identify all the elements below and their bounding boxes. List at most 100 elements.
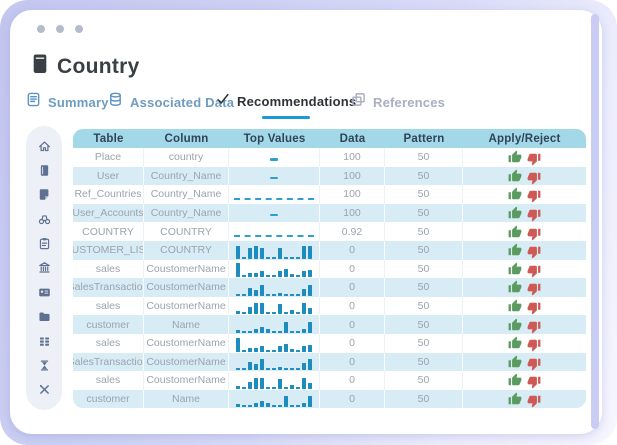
- thumbs-up-icon[interactable]: [508, 318, 522, 332]
- thumbs-down-icon[interactable]: [527, 148, 541, 166]
- thumbs-up-icon[interactable]: [508, 299, 522, 313]
- book-icon[interactable]: [37, 163, 51, 177]
- window-control-dot[interactable]: [37, 25, 45, 33]
- thumbs-down-icon[interactable]: [527, 371, 541, 389]
- cell-apply-reject: [463, 371, 586, 390]
- binoculars-icon[interactable]: [37, 212, 51, 226]
- thumbs-down-icon[interactable]: [527, 204, 541, 222]
- tab-references[interactable]: References: [351, 92, 445, 112]
- bar: [254, 348, 258, 352]
- tools-icon[interactable]: [37, 383, 51, 397]
- folder-icon[interactable]: [37, 310, 51, 324]
- bar: [260, 285, 264, 296]
- bar: [290, 349, 294, 352]
- thumbs-up-icon[interactable]: [508, 373, 522, 387]
- mini-bar-chart: [236, 243, 312, 259]
- cell-data: 100: [320, 204, 385, 223]
- window-frame: Country SummaryAssociated DataRecommenda…: [0, 0, 617, 445]
- journal-icon[interactable]: [37, 188, 51, 202]
- thumbs-up-icon[interactable]: [508, 336, 522, 350]
- apply-reject-controls: [508, 167, 541, 185]
- cell-column-name: COUNTRY: [144, 241, 229, 260]
- tab-label: Recommendations: [237, 94, 356, 109]
- bar: [242, 405, 246, 407]
- home-icon[interactable]: [37, 139, 51, 153]
- bank-icon[interactable]: [37, 261, 51, 275]
- bar: [254, 273, 258, 277]
- thumbs-down-icon[interactable]: [527, 185, 541, 203]
- cell-table-name: CUSTOMER_LIST: [73, 241, 144, 260]
- thumbs-up-icon[interactable]: [508, 187, 522, 201]
- clipboard-icon[interactable]: [37, 237, 51, 251]
- dash-mark: [270, 214, 278, 217]
- bar: [254, 303, 258, 314]
- thumbs-up-icon[interactable]: [508, 392, 522, 406]
- bar: [284, 396, 288, 407]
- thumbs-down-icon[interactable]: [527, 353, 541, 371]
- thumbs-up-icon[interactable]: [508, 225, 522, 239]
- cell-top-values: [229, 222, 320, 241]
- window-controls: [37, 25, 83, 33]
- bar: [296, 387, 300, 389]
- bar: [284, 294, 288, 296]
- scrollbar[interactable]: [591, 14, 599, 429]
- tab-summary[interactable]: Summary: [26, 92, 109, 112]
- bar: [278, 331, 282, 333]
- id-card-icon[interactable]: [37, 285, 51, 299]
- table-row: User_AccountsCountry_Name10050: [73, 204, 586, 223]
- cell-table-name: User_Accounts: [73, 204, 144, 223]
- bar: [290, 257, 294, 259]
- thumbs-down-icon[interactable]: [527, 297, 541, 315]
- thumbs-down-icon[interactable]: [527, 390, 541, 408]
- bar: [266, 294, 270, 296]
- cell-column-name: COUNTRY: [144, 222, 229, 241]
- cell-column-name: CoustomerName: [144, 371, 229, 390]
- bar: [284, 322, 288, 333]
- bar: [284, 312, 288, 314]
- cell-data: 100: [320, 148, 385, 167]
- hourglass-icon[interactable]: [37, 359, 51, 373]
- thumbs-up-icon[interactable]: [508, 243, 522, 257]
- thumbs-down-icon[interactable]: [527, 241, 541, 259]
- bar: [272, 294, 276, 296]
- cell-pattern: 50: [385, 315, 463, 334]
- thumbs-down-icon[interactable]: [527, 260, 541, 278]
- thumbs-down-icon[interactable]: [527, 316, 541, 334]
- bar: [266, 257, 270, 259]
- document-icon: [26, 92, 41, 112]
- cell-data: 0: [320, 278, 385, 297]
- thumbs-down-icon[interactable]: [527, 278, 541, 296]
- tab-recommendations[interactable]: Recommendations: [216, 92, 356, 111]
- bar: [248, 362, 252, 370]
- thumbs-up-icon[interactable]: [508, 169, 522, 183]
- bar: [260, 359, 264, 370]
- thumbs-up-icon[interactable]: [508, 262, 522, 276]
- window-control-dot[interactable]: [75, 25, 83, 33]
- bar: [290, 368, 294, 370]
- tab-label: References: [373, 95, 445, 110]
- bar: [290, 331, 294, 333]
- column-header: Pattern: [385, 129, 463, 148]
- thumbs-up-icon[interactable]: [508, 280, 522, 294]
- apply-reject-controls: [508, 185, 541, 203]
- cell-column-name: CoustomerName: [144, 353, 229, 372]
- bar: [260, 271, 264, 277]
- table-row: Ref_CountriesCountry_Name10050: [73, 185, 586, 204]
- cell-top-values: [229, 260, 320, 279]
- thumbs-up-icon[interactable]: [508, 355, 522, 369]
- apply-reject-controls: [508, 241, 541, 259]
- copy-icon: [351, 92, 366, 112]
- bar: [296, 294, 300, 296]
- bar: [290, 274, 294, 277]
- thumbs-up-icon[interactable]: [508, 150, 522, 164]
- window-control-dot[interactable]: [56, 25, 64, 33]
- table-row: customerName050: [73, 315, 586, 334]
- thumbs-down-icon[interactable]: [527, 167, 541, 185]
- thumbs-down-icon[interactable]: [527, 334, 541, 352]
- bar: [308, 246, 312, 259]
- thumbs-down-icon[interactable]: [527, 223, 541, 241]
- thumbs-up-icon[interactable]: [508, 206, 522, 220]
- cell-data: 0: [320, 315, 385, 334]
- grid-icon[interactable]: [37, 334, 51, 348]
- bar: [278, 248, 282, 259]
